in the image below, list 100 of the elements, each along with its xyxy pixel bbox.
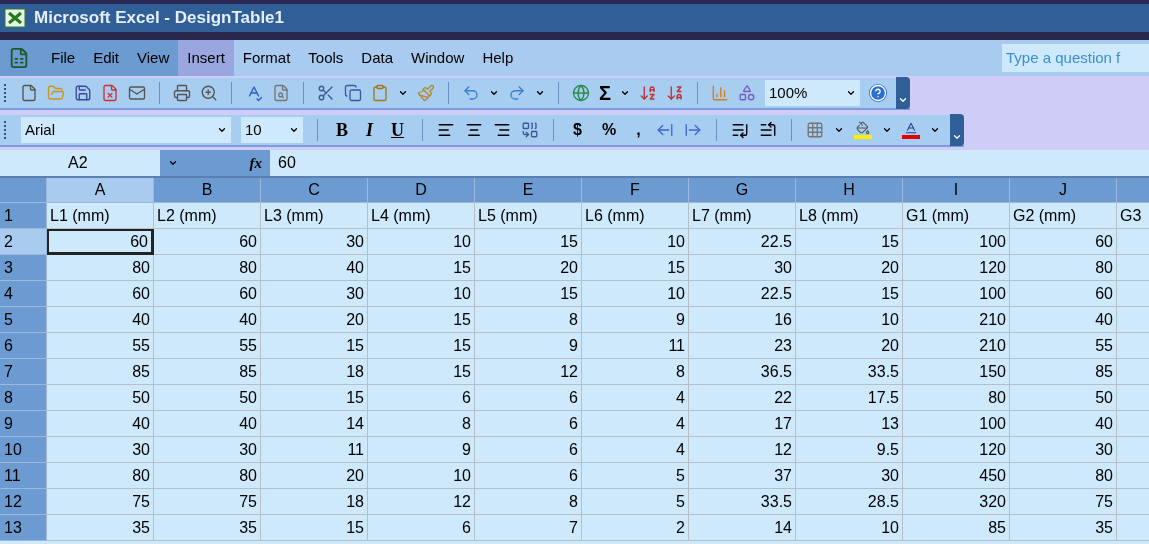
table-cell[interactable]: 6 [475,385,582,411]
table-cell[interactable]: 15 [368,333,475,359]
table-cell[interactable]: 60 [154,229,261,255]
menu-item[interactable]: Insert [178,40,234,76]
table-cell[interactable]: L3 (mm) [261,203,368,229]
row-header[interactable]: 7 [0,359,47,385]
table-cell[interactable]: 80 [903,385,1010,411]
dropdown-caret-icon[interactable] [535,88,545,98]
table-cell[interactable]: 6 [475,437,582,463]
table-cell[interactable]: 55 [154,333,261,359]
table-cell[interactable]: 23 [689,333,796,359]
dropdown-caret-icon[interactable] [620,88,630,98]
dropdown-caret-icon[interactable] [846,88,856,98]
toolbar-options-button[interactable] [949,114,964,146]
table-cell[interactable]: 60 [47,229,154,255]
table-cell[interactable]: 50 [47,385,154,411]
table-cell[interactable]: 60 [1010,229,1117,255]
table-cell[interactable]: 15 [796,229,903,255]
table-cell[interactable]: 85 [903,515,1010,541]
formula-field[interactable]: 60 [270,151,296,175]
fill-color-icon[interactable] [853,121,872,139]
dropdown-caret-icon[interactable] [929,125,940,135]
column-header[interactable]: E [475,178,582,203]
table-cell[interactable]: 22 [689,385,796,411]
table-cell[interactable]: 20 [475,255,582,281]
column-header[interactable]: F [582,178,689,203]
table-cell[interactable]: 17 [689,411,796,437]
dropdown-caret-icon[interactable] [489,88,499,98]
row-header[interactable]: 2 [0,229,47,255]
table-cell[interactable]: 40 [154,411,261,437]
undo-icon[interactable] [462,84,480,102]
table-cell[interactable]: 9 [582,307,689,333]
table-cell[interactable]: 60 [47,281,154,307]
number-format-button[interactable]: $ [568,118,587,142]
table-cell[interactable]: 4 [582,385,689,411]
printer-icon[interactable] [173,84,191,102]
table-cell[interactable]: 10 [796,307,903,333]
table-cell[interactable]: 10 [582,281,689,307]
table-cell[interactable]: 75 [154,489,261,515]
table-cell[interactable]: 30 [689,255,796,281]
table-cell[interactable]: 12 [475,359,582,385]
menu-item[interactable]: File [42,40,85,76]
table-cell[interactable]: 80 [47,463,154,489]
table-cell[interactable]: 80 [1010,255,1117,281]
table-cell[interactable]: 75 [47,489,154,515]
column-header[interactable]: G [689,178,796,203]
table-cell[interactable]: 30 [1010,437,1117,463]
menu-item[interactable]: Edit [84,40,129,76]
table-cell[interactable]: 80 [154,463,261,489]
table-cell[interactable]: 40 [154,307,261,333]
table-cell[interactable]: 80 [1010,463,1117,489]
table-cell[interactable]: G1 (mm) [903,203,1010,229]
chevron-down-icon[interactable] [951,132,962,142]
number-format-button[interactable]: , [631,118,646,142]
table-cell[interactable]: 320 [903,489,1010,515]
table-cell[interactable]: 6 [475,411,582,437]
table-cell[interactable]: 15 [475,229,582,255]
row-header[interactable]: 12 [0,489,47,515]
text-style-button[interactable]: B [332,116,352,144]
table-cell[interactable]: 37 [689,463,796,489]
table-cell[interactable]: 12 [368,489,475,515]
table-cell[interactable]: 35 [47,515,154,541]
table-cell[interactable]: 60 [154,281,261,307]
autosum-button[interactable]: Σ [599,83,611,103]
table-cell[interactable]: 22.5 [689,229,796,255]
toolbar-grip-icon[interactable] [4,121,7,139]
table-cell[interactable]: 6 [475,463,582,489]
drawing-icon[interactable] [738,84,756,102]
table-cell[interactable]: 80 [47,255,154,281]
table-cell[interactable]: 35 [1010,515,1117,541]
table-cell[interactable]: 18 [261,489,368,515]
workbook-icon[interactable] [8,47,30,69]
column-header[interactable]: A [47,178,154,203]
mail-icon[interactable] [128,84,146,102]
row-header[interactable]: 3 [0,255,47,281]
table-cell[interactable]: 11 [261,437,368,463]
column-header[interactable]: I [903,178,1010,203]
table-cell[interactable]: 75 [1010,489,1117,515]
table-cell[interactable]: 150 [903,359,1010,385]
table-cell[interactable]: 20 [261,463,368,489]
row-header[interactable]: 9 [0,411,47,437]
table-cell[interactable]: 10 [796,515,903,541]
table-cell[interactable]: G2 (mm) [1010,203,1117,229]
copy-icon[interactable] [344,84,362,102]
borders-icon[interactable] [805,121,824,139]
table-cell[interactable]: 4 [582,437,689,463]
row-header[interactable]: 11 [0,463,47,489]
table-cell[interactable]: 22.5 [689,281,796,307]
table-cell[interactable]: 120 [903,437,1010,463]
dropdown-caret-icon[interactable] [833,125,844,135]
table-cell[interactable]: 210 [903,333,1010,359]
table-cell[interactable]: 33.5 [689,489,796,515]
table-cell[interactable]: 15 [475,281,582,307]
new-document-icon[interactable] [20,84,38,102]
row-header[interactable]: 8 [0,385,47,411]
table-cell[interactable]: 210 [903,307,1010,333]
hyperlink-icon[interactable] [572,84,590,102]
align-left-icon[interactable] [437,121,456,139]
dropdown-caret-icon[interactable] [289,125,299,135]
table-cell[interactable]: 120 [903,255,1010,281]
